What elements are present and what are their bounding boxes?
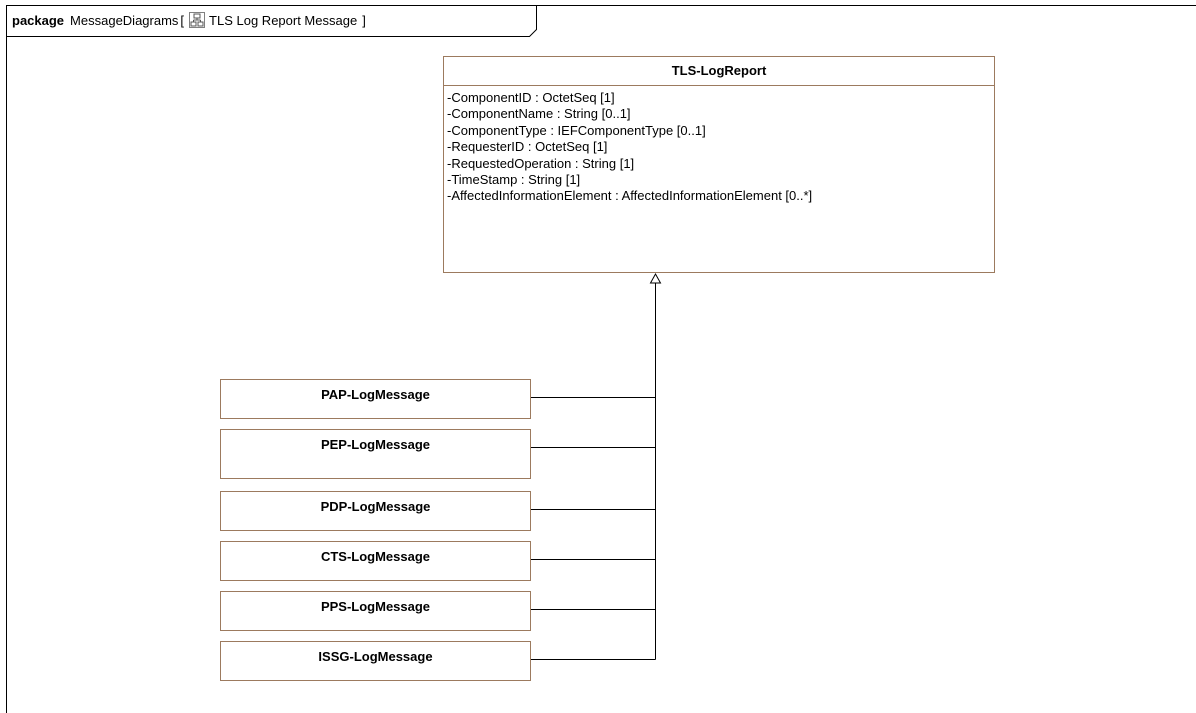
class-name: PDP-LogMessage	[320, 499, 431, 514]
class-pep-logmessage[interactable]: PEP-LogMessage	[220, 429, 531, 479]
class-tls-logreport[interactable]: TLS-LogReport -ComponentID : OctetSeq [1…	[443, 56, 995, 273]
class-name: TLS-LogReport	[444, 57, 994, 86]
class-cts-logmessage[interactable]: CTS-LogMessage	[220, 541, 531, 581]
attribute: -RequestedOperation : String [1]	[447, 155, 635, 171]
class-pps-logmessage[interactable]: PPS-LogMessage	[220, 591, 531, 631]
class-pdp-logmessage[interactable]: PDP-LogMessage	[220, 491, 531, 531]
attribute-compartment: -ComponentID : OctetSeq [1] -ComponentNa…	[444, 86, 994, 205]
generalization-arrowhead	[649, 272, 662, 284]
class-name: ISSG-LogMessage	[318, 649, 433, 664]
class-name: PPS-LogMessage	[320, 599, 431, 614]
class-issg-logmessage[interactable]: ISSG-LogMessage	[220, 641, 531, 681]
attribute: -AffectedInformationElement : AffectedIn…	[447, 188, 813, 204]
attribute: -ComponentName : String [0..1]	[447, 106, 631, 122]
class-name: PAP-LogMessage	[321, 387, 430, 402]
attribute: -ComponentType : IEFComponentType [0..1]	[447, 122, 706, 138]
class-name: PEP-LogMessage	[320, 437, 431, 452]
attribute: -RequesterID : OctetSeq [1]	[447, 139, 608, 155]
attribute: -TimeStamp : String [1]	[447, 172, 581, 188]
class-pap-logmessage[interactable]: PAP-LogMessage	[220, 379, 531, 419]
class-name: CTS-LogMessage	[320, 549, 431, 564]
attribute: -ComponentID : OctetSeq [1]	[447, 90, 615, 105]
